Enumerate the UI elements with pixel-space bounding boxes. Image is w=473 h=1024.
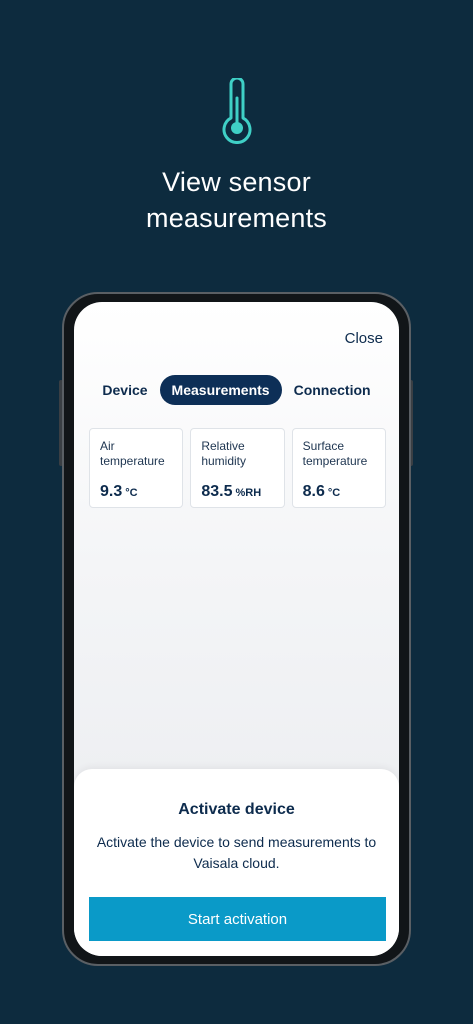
measurement-value-row: 9.3 °C [100,483,172,501]
measurement-value: 8.6 [302,483,325,500]
tab-connection[interactable]: Connection [288,375,377,405]
measurement-unit: °C [327,487,341,499]
sheet-description: Activate the device to send measurements… [96,834,377,871]
measurement-value-row: 8.6 °C [303,483,375,501]
measurement-label: Air temperature [100,439,165,468]
tab-device[interactable]: Device [96,375,153,405]
hero-title-line2: measurements [146,203,327,233]
app-screen: Close Device Measurements Connection Air… [74,302,399,956]
measurement-value: 9.3 [100,483,123,500]
measurement-cards: Air temperature 9.3 °C Relative humidity … [89,428,386,508]
hero-title: View sensor measurements [0,164,473,236]
measurement-card-surface-temperature: Surface temperature 8.6 °C [291,428,386,508]
measurement-card-relative-humidity: Relative humidity 83.5 %RH [190,428,285,508]
start-activation-button[interactable]: Start activation [89,897,386,941]
measurement-card-air-temperature: Air temperature 9.3 °C [89,428,184,508]
promo-screen: View sensor measurements Close Device Me… [0,0,473,1024]
measurement-unit: °C [125,487,138,499]
thermometer-icon [222,78,252,144]
phone-frame: Close Device Measurements Connection Air… [62,292,411,966]
tab-measurements[interactable]: Measurements [159,375,282,405]
sheet-title: Activate device [178,801,295,818]
measurement-value-row: 83.5 %RH [201,483,273,501]
measurement-value: 83.5 [201,483,233,500]
hero-title-line1: View sensor [162,167,311,197]
measurement-label: Surface temperature [302,439,368,468]
tab-bar: Device Measurements Connection [74,375,399,405]
measurement-unit: %RH [235,487,262,499]
close-button[interactable]: Close [345,330,383,347]
activation-sheet: Activate device Activate the device to s… [74,769,399,956]
measurement-label: Relative humidity [201,439,247,468]
